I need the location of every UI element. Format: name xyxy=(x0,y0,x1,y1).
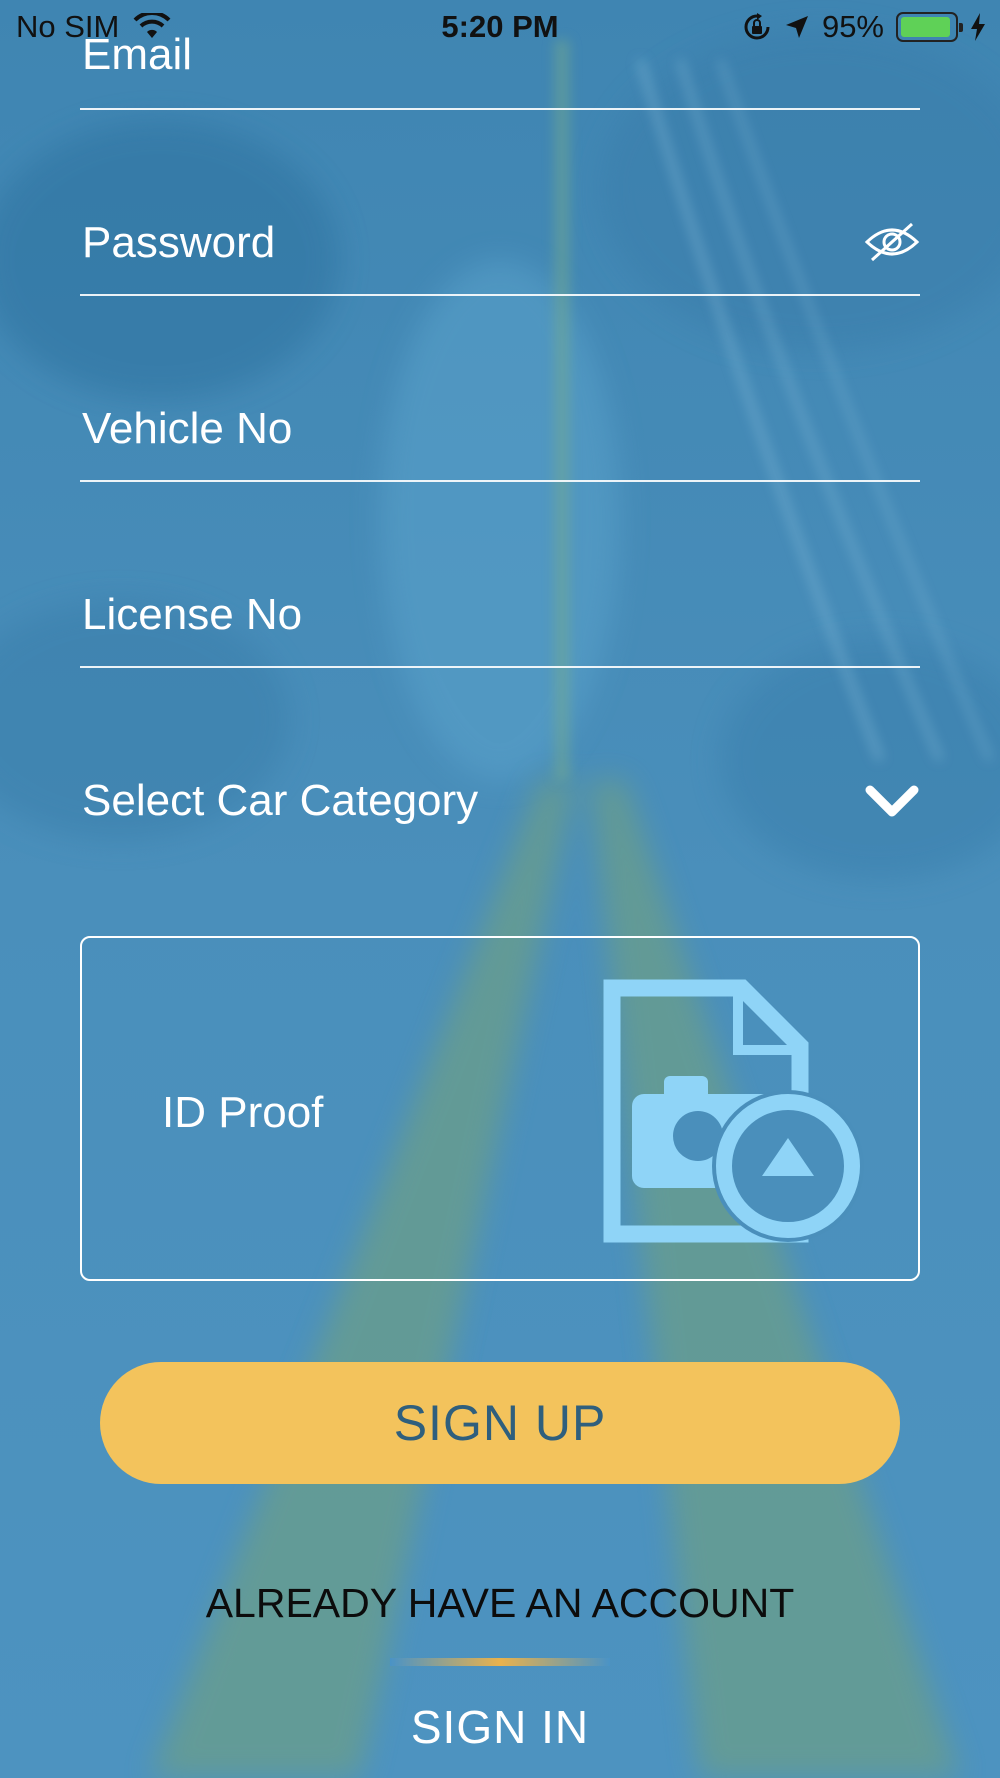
battery-percentage: 95% xyxy=(821,9,884,44)
chevron-down-icon[interactable] xyxy=(864,784,920,820)
password-placeholder: Password xyxy=(82,218,276,267)
id-proof-upload-box[interactable]: ID Proof xyxy=(80,936,920,1281)
status-bar: No SIM 5:20 PM 95% xyxy=(0,0,1000,56)
gradient-divider xyxy=(390,1658,610,1666)
sign-up-screen: No SIM 5:20 PM 95% Email Password Vehicl… xyxy=(0,0,1000,1778)
status-bar-right: 95% xyxy=(742,9,986,45)
orientation-lock-icon xyxy=(744,13,770,40)
vehicle-number-field[interactable]: Vehicle No xyxy=(80,386,920,482)
battery-level xyxy=(901,17,951,37)
sign-in-link[interactable]: SIGN IN xyxy=(0,1700,1000,1754)
sign-up-form: Email Password Vehicle No License No Sel… xyxy=(0,0,1000,1778)
car-category-placeholder: Select Car Category xyxy=(82,776,479,825)
password-field[interactable]: Password xyxy=(80,200,920,296)
location-arrow-icon xyxy=(785,16,808,38)
battery-icon xyxy=(896,12,963,42)
charging-bolt-icon xyxy=(971,13,985,41)
car-category-select[interactable]: Select Car Category xyxy=(80,758,920,854)
sign-up-button[interactable]: SIGN UP xyxy=(100,1362,900,1484)
license-number-placeholder: License No xyxy=(82,590,303,639)
vehicle-number-placeholder: Vehicle No xyxy=(82,404,293,453)
document-camera-upload-icon[interactable] xyxy=(600,976,870,1246)
already-have-account-text: ALREADY HAVE AN ACCOUNT xyxy=(205,1580,795,1626)
license-number-field[interactable]: License No xyxy=(80,572,920,668)
id-proof-label: ID Proof xyxy=(162,1088,324,1137)
eye-slash-icon[interactable] xyxy=(864,220,920,264)
